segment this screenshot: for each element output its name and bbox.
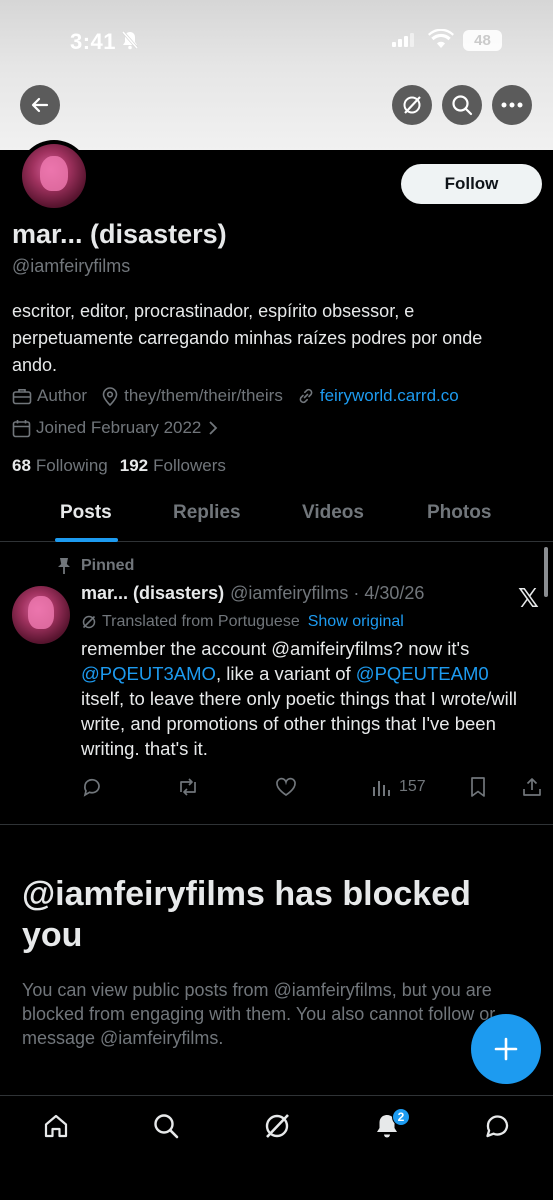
views-count: 157 — [399, 778, 426, 795]
post-header: mar... (disasters) @iamfeiryfilms · 4/30… — [81, 583, 424, 604]
silent-mode-icon — [121, 30, 139, 55]
back-button[interactable] — [20, 85, 60, 125]
post-author-avatar[interactable] — [12, 586, 70, 644]
more-dots-icon — [501, 102, 523, 108]
bookmark-icon — [471, 777, 485, 797]
profile-tabs: Posts Replies Videos Photos — [0, 490, 553, 542]
followers-label: Followers — [153, 456, 226, 475]
profile-bio: escritor, editor, procrastinador, espíri… — [12, 301, 483, 375]
profile-avatar[interactable] — [18, 140, 90, 212]
post-mention-2[interactable]: @PQEUTEAM0 — [356, 663, 489, 684]
profile-handle: @iamfeiryfilms — [12, 256, 131, 276]
post-divider — [0, 824, 553, 825]
profile-pronouns: they/them/their/theirs — [101, 386, 283, 406]
search-icon — [452, 95, 473, 116]
post-actions: 157 — [81, 776, 543, 800]
views-button[interactable]: 157 — [371, 776, 426, 798]
bookmark-button[interactable] — [468, 776, 494, 798]
followers-count: 192 — [119, 456, 149, 475]
nav-home[interactable] — [40, 1110, 72, 1142]
profile-website[interactable]: feiryworld.carrd.co — [297, 386, 459, 406]
grok-button[interactable] — [392, 85, 432, 125]
pinned-label-row: Pinned — [57, 557, 134, 575]
repost-button[interactable] — [176, 776, 206, 798]
reply-icon — [83, 778, 100, 797]
plus-icon — [494, 1037, 518, 1061]
show-original-link[interactable]: Show original — [308, 613, 404, 631]
battery-level: 48 — [474, 32, 491, 49]
followers-link[interactable]: 192 Followers — [120, 456, 226, 476]
post-date-separator: · — [348, 583, 365, 603]
chat-bubble-icon — [486, 1115, 509, 1138]
nav-search[interactable] — [150, 1110, 182, 1142]
cellular-signal-icon — [392, 33, 414, 52]
follow-button[interactable]: Follow — [401, 164, 542, 204]
grok-translate-icon — [82, 615, 96, 629]
translation-row: Translated from Portuguese Show original — [81, 613, 404, 631]
views-chart-icon — [373, 781, 390, 796]
pronouns-label: they/them/their/theirs — [124, 386, 283, 405]
more-options-button[interactable] — [492, 85, 532, 125]
share-icon — [523, 778, 541, 796]
post-text-part-1: remember the account @amifeiryfilms? now… — [81, 638, 470, 659]
link-icon — [299, 388, 313, 404]
tab-posts[interactable]: Posts — [60, 502, 112, 524]
following-link[interactable]: 68 Following — [12, 456, 108, 476]
heart-icon — [276, 777, 296, 796]
nav-messages[interactable] — [481, 1110, 513, 1142]
share-button[interactable] — [521, 776, 549, 798]
pinned-label: Pinned — [81, 557, 135, 574]
translated-label: Translated from Portuguese — [102, 613, 300, 630]
profile-category: Author — [12, 386, 87, 406]
tab-videos[interactable]: Videos — [302, 502, 364, 524]
post-author-handle[interactable]: @iamfeiryfilms — [230, 583, 348, 604]
home-icon — [44, 1114, 68, 1138]
tab-replies[interactable]: Replies — [173, 502, 241, 524]
battery-indicator: 48 — [463, 30, 502, 51]
post-text: remember the account @amifeiryfilms? now… — [81, 636, 531, 761]
follow-counts: 68 Following 192 Followers — [12, 456, 238, 476]
post-text-part-3: itself, to leave there only poetic thing… — [81, 688, 517, 759]
grok-icon — [265, 1114, 289, 1138]
post-date[interactable]: 4/30/26 — [364, 583, 424, 604]
status-time: 3:41 — [70, 29, 117, 54]
active-tab-indicator — [55, 538, 118, 542]
post-mention-1[interactable]: @PQEUT3AMO — [81, 663, 216, 684]
blocked-message: You can view public posts from @iamfeiry… — [22, 980, 496, 1048]
repost-icon — [180, 778, 196, 796]
arrow-left-icon — [31, 97, 49, 113]
nav-grok[interactable] — [261, 1110, 293, 1142]
following-count: 68 — [12, 456, 31, 475]
profile-banner — [0, 0, 553, 150]
x-logo-icon: 𝕏 — [518, 583, 539, 613]
notification-badge: 2 — [392, 1108, 410, 1126]
pin-icon — [58, 558, 70, 574]
category-label: Author — [37, 386, 88, 405]
chevron-right-icon — [209, 421, 218, 435]
tab-photos[interactable]: Photos — [427, 502, 491, 524]
grok-icon — [403, 96, 421, 114]
website-link[interactable]: feiryworld.carrd.co — [320, 386, 459, 406]
search-icon — [154, 1114, 179, 1139]
reply-button[interactable] — [81, 776, 109, 798]
scrollbar[interactable] — [544, 547, 548, 597]
compose-post-button[interactable] — [471, 1014, 541, 1084]
post-text-part-2: , like a variant of — [215, 663, 356, 684]
briefcase-icon — [12, 389, 32, 405]
joined-label: Joined February 2022 — [36, 418, 202, 437]
calendar-icon — [12, 419, 31, 437]
wifi-icon — [428, 28, 454, 54]
profile-display-name: mar... (disasters) — [12, 219, 227, 249]
profile-joined-row[interactable]: Joined February 2022 — [12, 418, 238, 438]
like-button[interactable] — [274, 776, 304, 798]
search-button[interactable] — [442, 85, 482, 125]
profile-joined[interactable]: Joined February 2022 — [12, 418, 224, 438]
location-pin-icon — [102, 387, 118, 406]
following-label: Following — [35, 456, 108, 475]
post-author-name[interactable]: mar... (disasters) — [81, 583, 224, 604]
bottom-navigation: 2 — [0, 1095, 553, 1200]
blocked-title: @iamfeiryfilms has blocked you — [22, 875, 471, 954]
profile-meta-row: Author they/them/their/theirs feiryworld… — [12, 386, 473, 406]
